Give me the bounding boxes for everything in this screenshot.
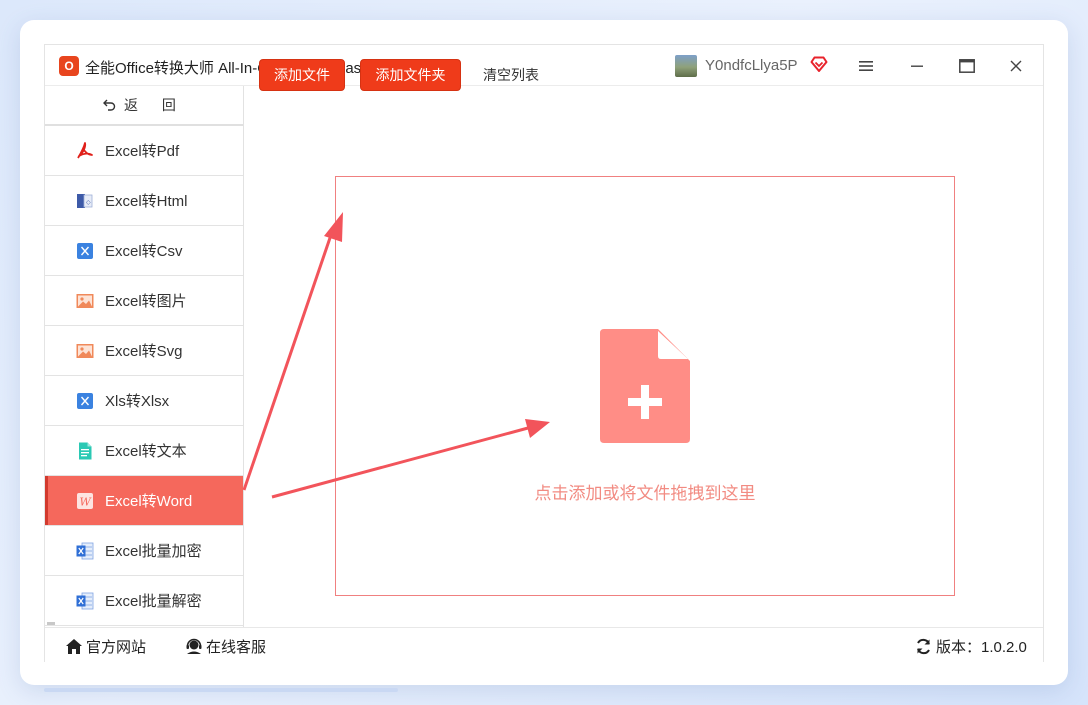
version-label: 版本：1.0.2.0 [936, 639, 1027, 656]
vip-diamond-icon[interactable] [810, 55, 828, 73]
excel-sheet-icon [75, 591, 95, 611]
sidebar-item-label: Excel转Svg [105, 343, 183, 360]
footer: 官方网站 在线客服 版本：1.0.2.0 [45, 627, 1043, 662]
sidebar-item-label: Excel转Pdf [105, 143, 180, 160]
sidebar-item-excel-to-html[interactable]: ◇ Excel转Html [45, 176, 243, 226]
headset-icon [186, 638, 202, 654]
menu-button[interactable] [852, 53, 880, 79]
image-icon [75, 291, 95, 311]
sidebar-item-label: Excel转Word [105, 493, 193, 510]
file-add-icon [600, 329, 690, 443]
online-support-link[interactable]: 在线客服 [185, 636, 266, 657]
close-icon [1010, 60, 1022, 72]
sidebar-item-excel-to-text[interactable]: Excel转文本 [45, 426, 243, 476]
word-icon: W [75, 491, 95, 511]
svg-text:◇: ◇ [86, 199, 91, 206]
background-strip [44, 688, 398, 692]
sidebar-item-label: Excel批量解密 [105, 593, 202, 610]
sidebar-item-label: Excel转文本 [105, 443, 187, 460]
maximize-icon [959, 59, 975, 73]
sidebar-item-excel-batch-decrypt[interactable]: Excel批量解密 [45, 576, 243, 626]
refresh-icon [917, 638, 930, 655]
official-website-label: 官方网站 [86, 639, 147, 656]
html-icon: ◇ [75, 191, 95, 211]
username[interactable]: Y0ndfcLlya5P [705, 57, 798, 74]
excel-x-icon [75, 391, 95, 411]
text-file-icon [75, 441, 95, 461]
sidebar-item-label: Excel转图片 [105, 293, 187, 310]
sidebar-item-excel-to-image[interactable]: Excel转图片 [45, 276, 243, 326]
sidebar-item-excel-to-csv[interactable]: Excel转Csv [45, 226, 243, 276]
add-file-button[interactable]: 添加文件 [259, 59, 345, 91]
back-button[interactable]: 返 回 [45, 86, 243, 126]
sidebar-item-excel-to-word[interactable]: W Excel转Word [45, 476, 243, 526]
sidebar-item-label: Xls转Xlsx [105, 393, 170, 410]
app-window: O 全能Office转换大师 All-In-One Office Master … [44, 44, 1044, 662]
excel-sheet-icon [75, 541, 95, 561]
image-icon [75, 341, 95, 361]
hamburger-menu-icon [859, 61, 873, 71]
sidebar-item-label: Excel转Html [105, 193, 188, 210]
back-label: 返 回 [124, 97, 186, 113]
sidebar: 返 回 Excel转Pdf ◇ Excel转Html Excel转Csv Exc… [45, 86, 244, 627]
clear-list-button[interactable]: 清空列表 [483, 59, 539, 91]
pdf-icon [75, 141, 95, 161]
home-icon [66, 639, 82, 654]
sidebar-item-excel-batch-encrypt[interactable]: Excel批量加密 [45, 526, 243, 576]
online-support-label: 在线客服 [206, 639, 267, 656]
minimize-icon [911, 65, 923, 67]
add-folder-button[interactable]: 添加文件夹 [360, 59, 461, 91]
file-drop-zone[interactable]: 点击添加或将文件拖拽到这里 [335, 176, 955, 596]
sidebar-item-xls-to-xlsx[interactable]: Xls转Xlsx [45, 376, 243, 426]
official-website-link[interactable]: 官方网站 [65, 636, 146, 657]
sidebar-item-label: Excel批量加密 [105, 543, 202, 560]
svg-text:W: W [80, 495, 93, 508]
dropzone-hint: 点击添加或将文件拖拽到这里 [534, 484, 756, 503]
version-info: 版本：1.0.2.0 [915, 636, 1027, 657]
sidebar-item-excel-to-svg[interactable]: Excel转Svg [45, 326, 243, 376]
sidebar-item-label: Excel转Csv [105, 243, 183, 260]
title-bar: O 全能Office转换大师 All-In-One Office Master … [45, 45, 1043, 86]
sidebar-scrollbar[interactable] [47, 622, 55, 625]
excel-x-icon [75, 241, 95, 261]
maximize-button[interactable] [953, 53, 981, 79]
back-arrow-icon [102, 97, 116, 114]
app-logo-icon: O [59, 56, 79, 76]
sidebar-item-excel-to-pdf[interactable]: Excel转Pdf [45, 126, 243, 176]
user-avatar[interactable] [675, 55, 697, 77]
minimize-button[interactable] [903, 53, 931, 79]
close-button[interactable] [1002, 53, 1030, 79]
